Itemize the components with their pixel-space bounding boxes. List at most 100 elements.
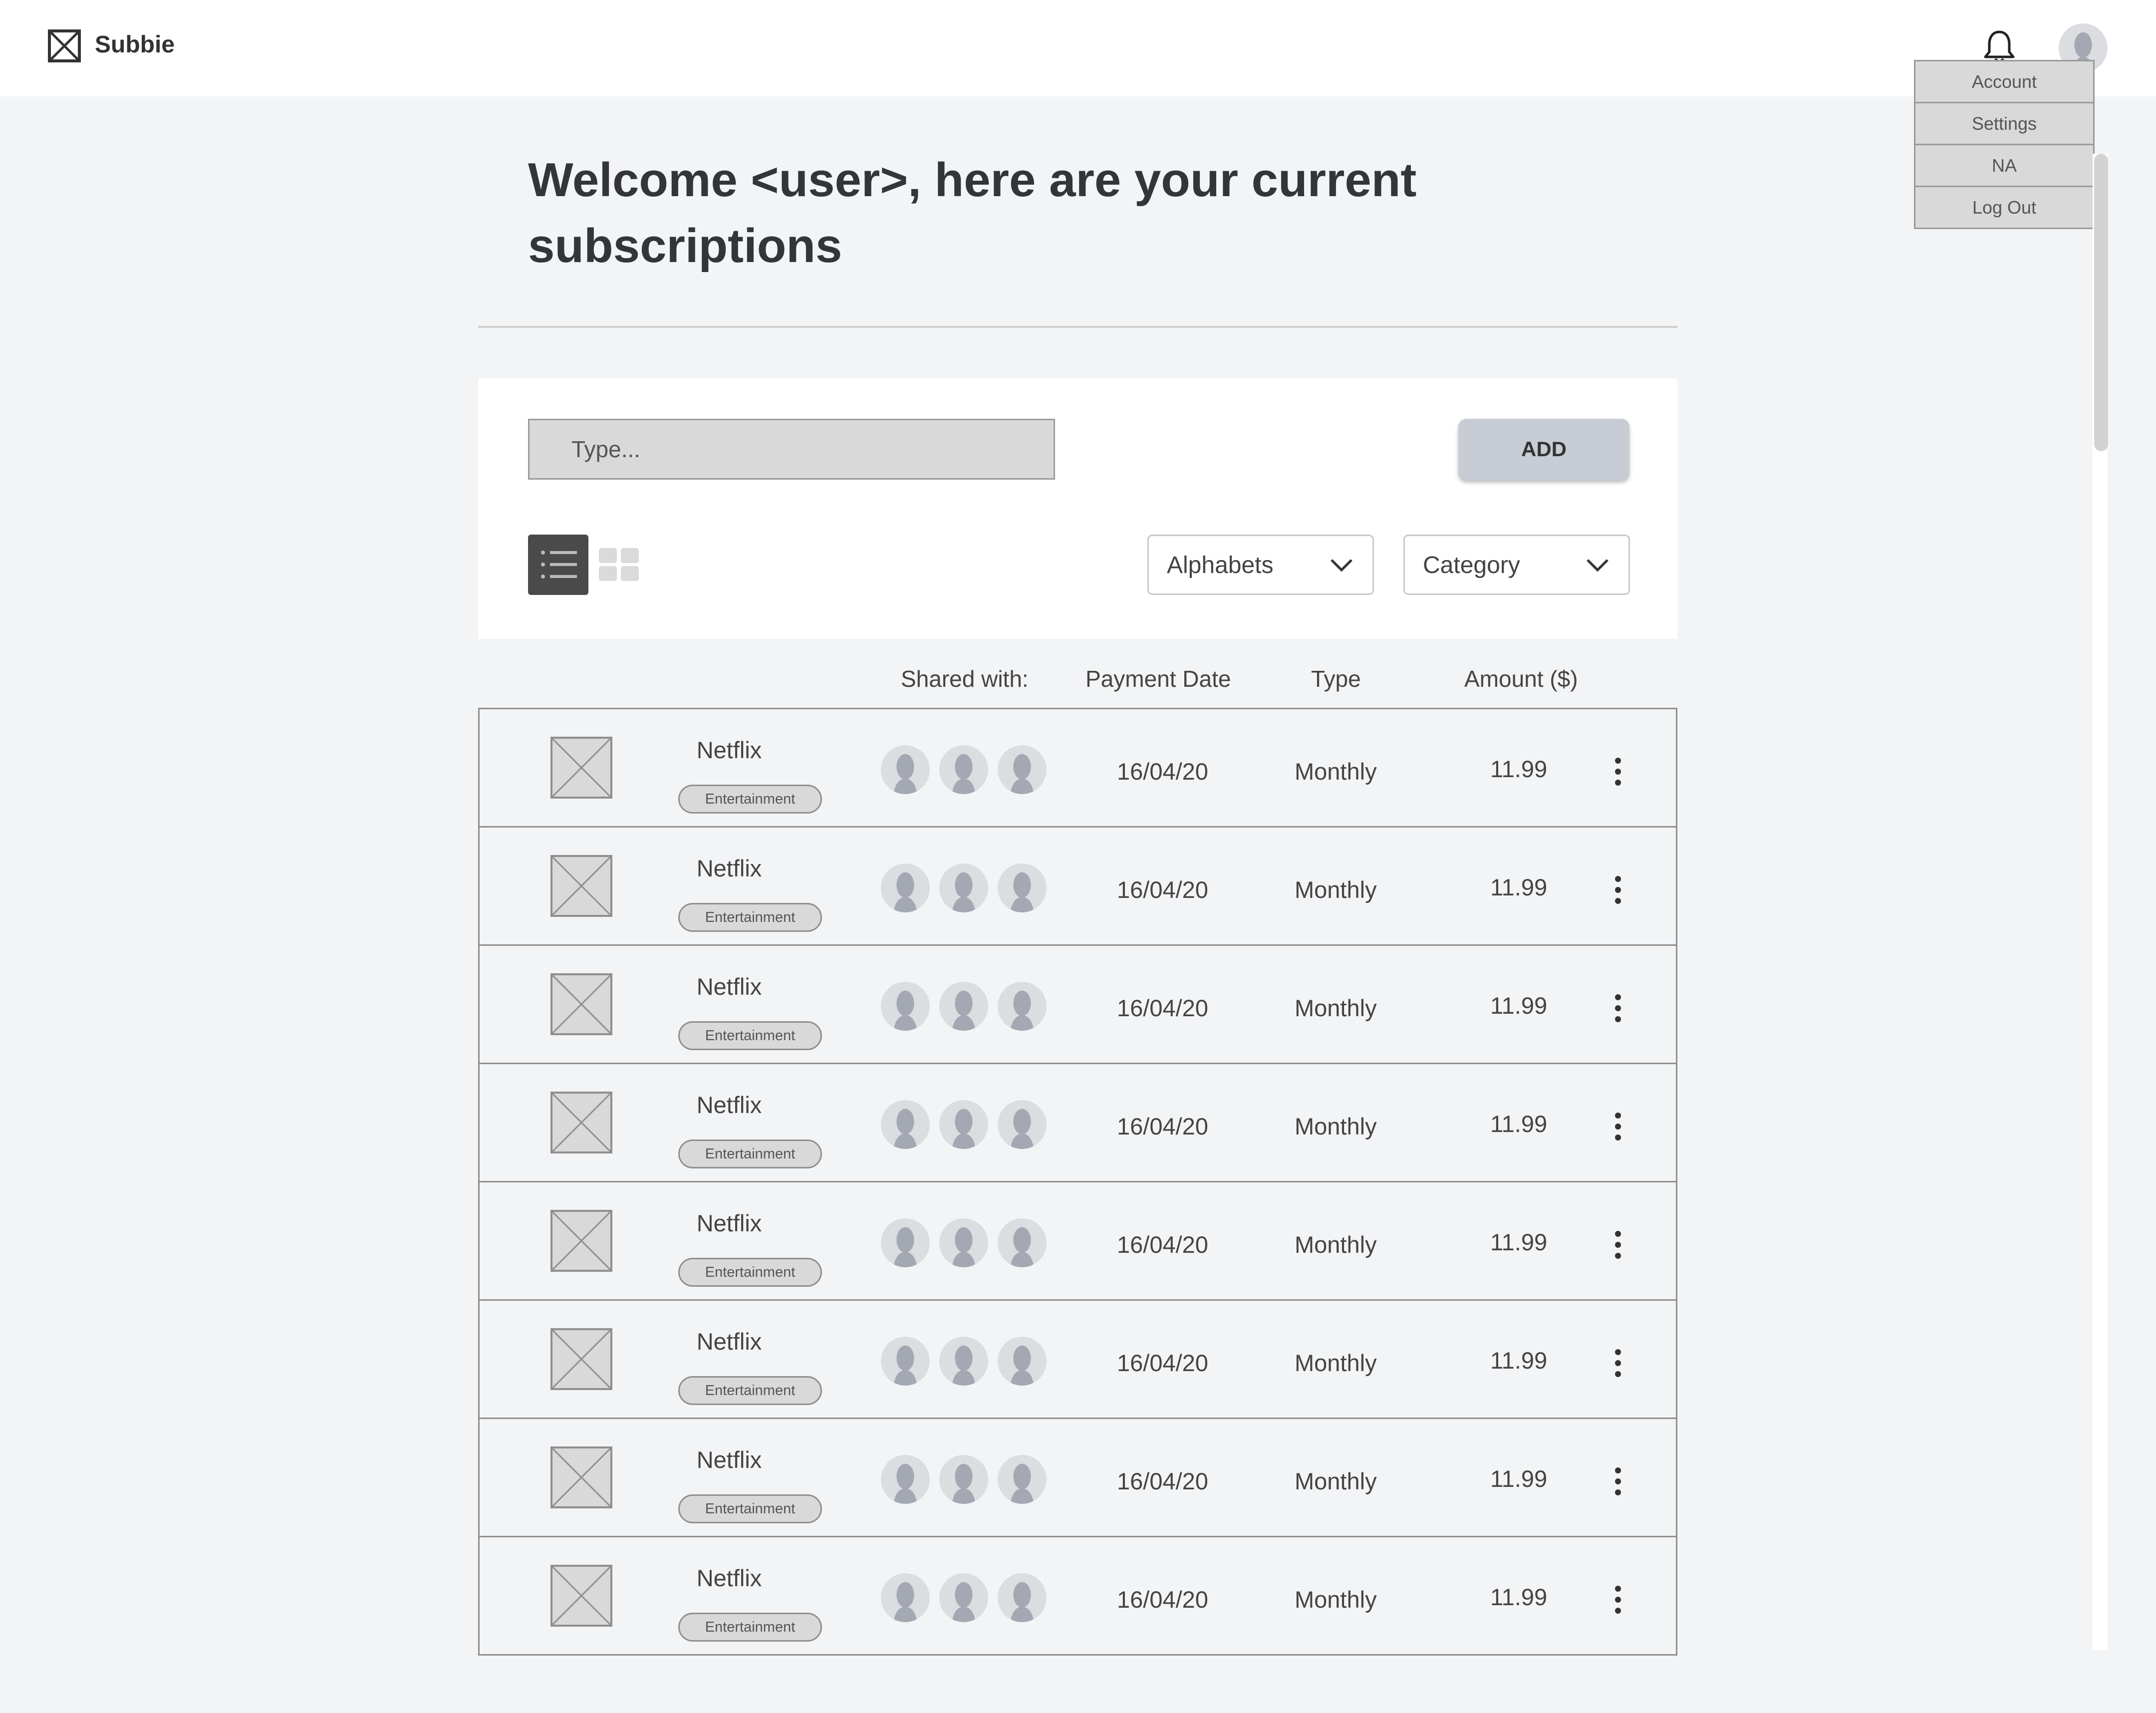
user-silhouette-icon: [893, 1463, 917, 1504]
logo-icon[interactable]: [48, 29, 81, 62]
category-tag: Entertainment: [678, 1140, 822, 1168]
sort-select-value: Alphabets: [1167, 552, 1274, 578]
shared-user-avatar[interactable]: [881, 1100, 930, 1149]
more-vertical-icon[interactable]: [1611, 993, 1625, 1023]
page-title: Welcome <user>, here are your current su…: [528, 153, 1417, 273]
add-button[interactable]: ADD: [1458, 419, 1629, 480]
category-select-value: Category: [1423, 552, 1520, 578]
header-amount[interactable]: Amount ($): [1464, 665, 1578, 692]
shared-user-avatar[interactable]: [939, 863, 988, 912]
shared-user-avatar[interactable]: [939, 1100, 988, 1149]
category-tag: Entertainment: [678, 1494, 822, 1523]
payment-date: 16/04/20: [1117, 1350, 1208, 1376]
table-row[interactable]: Netflix Entertainment 16/04/20 Monthly 11.99: [478, 708, 1677, 828]
shared-user-avatar[interactable]: [881, 863, 930, 912]
table-row[interactable]: Netflix Entertainment 16/04/20 Monthly 11.99: [478, 944, 1677, 1064]
payment-date: 16/04/20: [1117, 1113, 1208, 1140]
header-type[interactable]: Type: [1311, 665, 1361, 692]
header-payment-date[interactable]: Payment Date: [1085, 665, 1231, 692]
billing-type: Monthly: [1295, 1231, 1377, 1258]
shared-user-avatar[interactable]: [939, 982, 988, 1031]
payment-date: 16/04/20: [1117, 876, 1208, 903]
menu-item-na[interactable]: NA: [1914, 144, 2095, 187]
billing-type: Monthly: [1295, 995, 1377, 1021]
billing-type: Monthly: [1295, 1468, 1377, 1494]
table-row[interactable]: Netflix Entertainment 16/04/20 Monthly 11.99: [478, 1418, 1677, 1537]
account-dropdown-menu: Account Settings NA Log Out: [1914, 60, 2095, 229]
shared-user-avatar[interactable]: [881, 1455, 930, 1504]
amount: 11.99: [1490, 1347, 1548, 1374]
shared-user-avatar[interactable]: [998, 863, 1047, 912]
list-view-button[interactable]: [528, 535, 588, 595]
category-tag: Entertainment: [678, 1613, 822, 1642]
payment-date: 16/04/20: [1117, 758, 1208, 785]
shared-user-avatar[interactable]: [939, 1337, 988, 1386]
category-tag: Entertainment: [678, 1021, 822, 1050]
user-silhouette-icon: [1010, 872, 1034, 912]
image-placeholder-icon: [550, 973, 612, 1035]
user-silhouette-icon: [952, 1345, 976, 1386]
amount: 11.99: [1490, 874, 1548, 900]
table-row[interactable]: Netflix Entertainment 16/04/20 Monthly 11.99: [478, 1536, 1677, 1656]
more-vertical-icon[interactable]: [1611, 1112, 1625, 1142]
shared-user-avatar[interactable]: [881, 1218, 930, 1267]
shared-user-avatar[interactable]: [881, 745, 930, 794]
more-vertical-icon[interactable]: [1611, 1348, 1625, 1378]
image-placeholder-icon: [550, 1328, 612, 1390]
subscription-search-input[interactable]: [528, 419, 1055, 480]
amount: 11.99: [1490, 756, 1548, 782]
menu-item-log-out[interactable]: Log Out: [1914, 186, 2095, 229]
shared-user-avatar[interactable]: [881, 1573, 930, 1622]
shared-user-avatar[interactable]: [881, 982, 930, 1031]
shared-user-avatar[interactable]: [998, 1337, 1047, 1386]
user-silhouette-icon: [952, 872, 976, 912]
more-vertical-icon[interactable]: [1611, 1230, 1625, 1260]
table-row[interactable]: Netflix Entertainment 16/04/20 Monthly 11.99: [478, 1063, 1677, 1182]
scrollbar-thumb[interactable]: [2094, 154, 2108, 451]
table-row[interactable]: Netflix Entertainment 16/04/20 Monthly 11.99: [478, 826, 1677, 946]
image-placeholder-icon: [550, 1446, 612, 1508]
shared-user-avatar[interactable]: [939, 745, 988, 794]
category-tag: Entertainment: [678, 1376, 822, 1405]
list-view-icon: [541, 551, 577, 578]
user-silhouette-icon: [952, 1109, 976, 1149]
shared-user-avatar[interactable]: [998, 1455, 1047, 1504]
shared-user-avatar[interactable]: [939, 1218, 988, 1267]
category-select[interactable]: Category: [1403, 535, 1630, 595]
table-row[interactable]: Netflix Entertainment 16/04/20 Monthly 11.99: [478, 1181, 1677, 1301]
shared-user-avatar[interactable]: [998, 1218, 1047, 1267]
shared-user-avatar[interactable]: [939, 1455, 988, 1504]
user-silhouette-icon: [893, 1582, 917, 1622]
payment-date: 16/04/20: [1117, 1586, 1208, 1613]
app-name[interactable]: Subbie: [95, 31, 175, 58]
menu-item-account[interactable]: Account: [1914, 60, 2095, 103]
payment-date: 16/04/20: [1117, 1468, 1208, 1494]
user-silhouette-icon: [893, 1345, 917, 1386]
user-silhouette-icon: [1010, 1109, 1034, 1149]
shared-user-avatar[interactable]: [998, 1100, 1047, 1149]
shared-user-avatar[interactable]: [998, 745, 1047, 794]
shared-user-avatar[interactable]: [881, 1337, 930, 1386]
more-vertical-icon[interactable]: [1611, 757, 1625, 787]
menu-item-settings[interactable]: Settings: [1914, 102, 2095, 145]
sort-select[interactable]: Alphabets: [1147, 535, 1374, 595]
shared-user-avatar[interactable]: [998, 982, 1047, 1031]
user-silhouette-icon: [1010, 754, 1034, 794]
user-silhouette-icon: [952, 754, 976, 794]
payment-date: 16/04/20: [1117, 995, 1208, 1021]
grid-view-icon[interactable]: [598, 547, 640, 582]
subscription-name: Netflix: [696, 1565, 762, 1591]
table-row[interactable]: Netflix Entertainment 16/04/20 Monthly 11.99: [478, 1299, 1677, 1419]
subscription-name: Netflix: [696, 1092, 762, 1118]
user-silhouette-icon: [1010, 1582, 1034, 1622]
top-bar: [0, 0, 2156, 96]
category-tag: Entertainment: [678, 1258, 822, 1287]
category-tag: Entertainment: [678, 785, 822, 814]
more-vertical-icon[interactable]: [1611, 1585, 1625, 1615]
more-vertical-icon[interactable]: [1611, 1466, 1625, 1496]
shared-user-avatar[interactable]: [939, 1573, 988, 1622]
more-vertical-icon[interactable]: [1611, 875, 1625, 905]
user-silhouette-icon: [952, 990, 976, 1031]
subscriptions-table: Netflix Entertainment 16/04/20 Monthly 11.99…: [478, 708, 1677, 1656]
shared-user-avatar[interactable]: [998, 1573, 1047, 1622]
